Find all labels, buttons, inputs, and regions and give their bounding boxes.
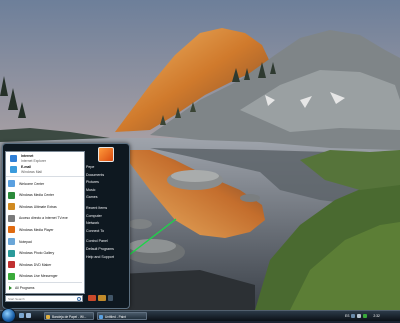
- link-help-support[interactable]: Help and Support: [85, 254, 127, 262]
- link-music[interactable]: Music: [85, 187, 127, 195]
- network-icon[interactable]: [351, 314, 356, 318]
- media-center-icon: [8, 191, 15, 199]
- language-indicator[interactable]: ES: [345, 314, 349, 318]
- separator: [8, 282, 82, 284]
- program-photo-gallery[interactable]: Windows Photo Gallery: [6, 248, 84, 258]
- all-programs-button[interactable]: All Programs: [6, 284, 84, 292]
- notepad-icon: [8, 238, 15, 246]
- pinned-item-subtitle: Internet Explorer: [21, 158, 47, 163]
- link-user-folder[interactable]: Pepe: [85, 164, 127, 172]
- show-desktop-icon[interactable]: [19, 313, 24, 318]
- program-label: Windows Ultimate Extras: [19, 204, 57, 209]
- messenger-icon: [8, 272, 15, 280]
- program-label: Windows DVD Maker: [19, 262, 52, 267]
- taskbar: Bandeja de Papel - Wi... Untitled - Pain…: [0, 308, 400, 323]
- photo-gallery-icon: [8, 249, 15, 257]
- all-programs-label: All Programs: [15, 286, 35, 291]
- link-documents[interactable]: Documents: [85, 172, 127, 180]
- program-dvd-maker[interactable]: Windows DVD Maker: [6, 260, 84, 270]
- program-label: Notepad: [19, 239, 32, 244]
- volume-icon[interactable]: [357, 314, 362, 318]
- tv-shortcut-icon: [8, 214, 15, 222]
- folder-icon: [46, 314, 50, 319]
- program-label: Windows Media Center: [19, 193, 55, 198]
- program-ultimate-extras[interactable]: Windows Ultimate Extras: [6, 202, 84, 212]
- user-picture-avatar[interactable]: [98, 147, 114, 162]
- program-label: Windows Photo Gallery: [19, 251, 55, 256]
- taskbar-button-label: Untitled - Paint: [105, 315, 126, 319]
- link-control-panel[interactable]: Control Panel: [85, 238, 127, 246]
- program-media-center[interactable]: Windows Media Center: [6, 190, 84, 200]
- link-pictures[interactable]: Pictures: [85, 179, 127, 187]
- start-menu: Internet Internet Explorer E-mail Window…: [2, 143, 130, 309]
- system-tray: ES 2:32: [345, 312, 400, 320]
- program-internet-tv[interactable]: Acceso directo a Internet TV.exe: [6, 213, 84, 223]
- pinned-item-internet[interactable]: Internet Internet Explorer: [8, 153, 82, 164]
- ultimate-extras-icon: [8, 203, 15, 211]
- program-notepad[interactable]: Notepad: [6, 237, 84, 247]
- program-live-messenger[interactable]: Windows Live Messenger: [6, 271, 84, 281]
- pinned-programs: Internet Internet Explorer E-mail Window…: [6, 152, 84, 177]
- arrow-right-icon: [9, 286, 12, 291]
- program-media-player[interactable]: Windows Media Player: [6, 225, 84, 235]
- link-connect-to[interactable]: Connect To: [85, 228, 127, 236]
- program-label: Windows Media Player: [19, 227, 54, 232]
- search-placeholder: Start Search: [8, 297, 25, 301]
- link-default-programs[interactable]: Default Programs: [85, 246, 127, 254]
- welcome-center-icon: [8, 180, 15, 188]
- quick-launch: [19, 313, 31, 318]
- shutdown-options-arrow-icon[interactable]: [108, 295, 113, 301]
- link-recent-items[interactable]: Recent Items: [85, 205, 127, 213]
- paint-icon: [99, 314, 103, 319]
- program-label: Acceso directo a Internet TV.exe: [19, 216, 68, 221]
- messenger-tray-icon[interactable]: [363, 314, 368, 318]
- media-player-icon: [8, 226, 15, 234]
- search-icon: [77, 297, 81, 301]
- pinned-item-email[interactable]: E-mail Windows Mail: [8, 164, 82, 175]
- taskbar-button-label: Bandeja de Papel - Wi...: [52, 315, 87, 319]
- dvd-maker-icon: [8, 261, 15, 269]
- switch-windows-icon[interactable]: [26, 313, 31, 318]
- power-controls: [88, 295, 113, 301]
- ie-icon: [10, 155, 17, 162]
- start-menu-places-pane: Pepe Documents Pictures Music Games Rece…: [85, 146, 127, 304]
- taskbar-button-paint[interactable]: Untitled - Paint: [97, 312, 147, 320]
- start-search-input[interactable]: Start Search: [5, 295, 83, 302]
- power-icon[interactable]: [88, 295, 96, 301]
- start-menu-programs-pane: Internet Internet Explorer E-mail Window…: [5, 151, 85, 294]
- clock[interactable]: 2:32: [373, 314, 379, 318]
- link-network[interactable]: Network: [85, 220, 127, 228]
- program-label: Welcome Center: [19, 181, 45, 186]
- start-button[interactable]: [1, 308, 16, 323]
- pinned-item-subtitle: Windows Mail: [21, 169, 42, 174]
- program-welcome-center[interactable]: Welcome Center: [6, 179, 84, 189]
- lock-icon[interactable]: [98, 295, 106, 301]
- mail-icon: [10, 166, 17, 173]
- link-computer[interactable]: Computer: [85, 213, 127, 221]
- program-label: Windows Live Messenger: [19, 274, 58, 279]
- link-games[interactable]: Games: [85, 194, 127, 202]
- taskbar-button-paper-tray[interactable]: Bandeja de Papel - Wi...: [44, 312, 94, 320]
